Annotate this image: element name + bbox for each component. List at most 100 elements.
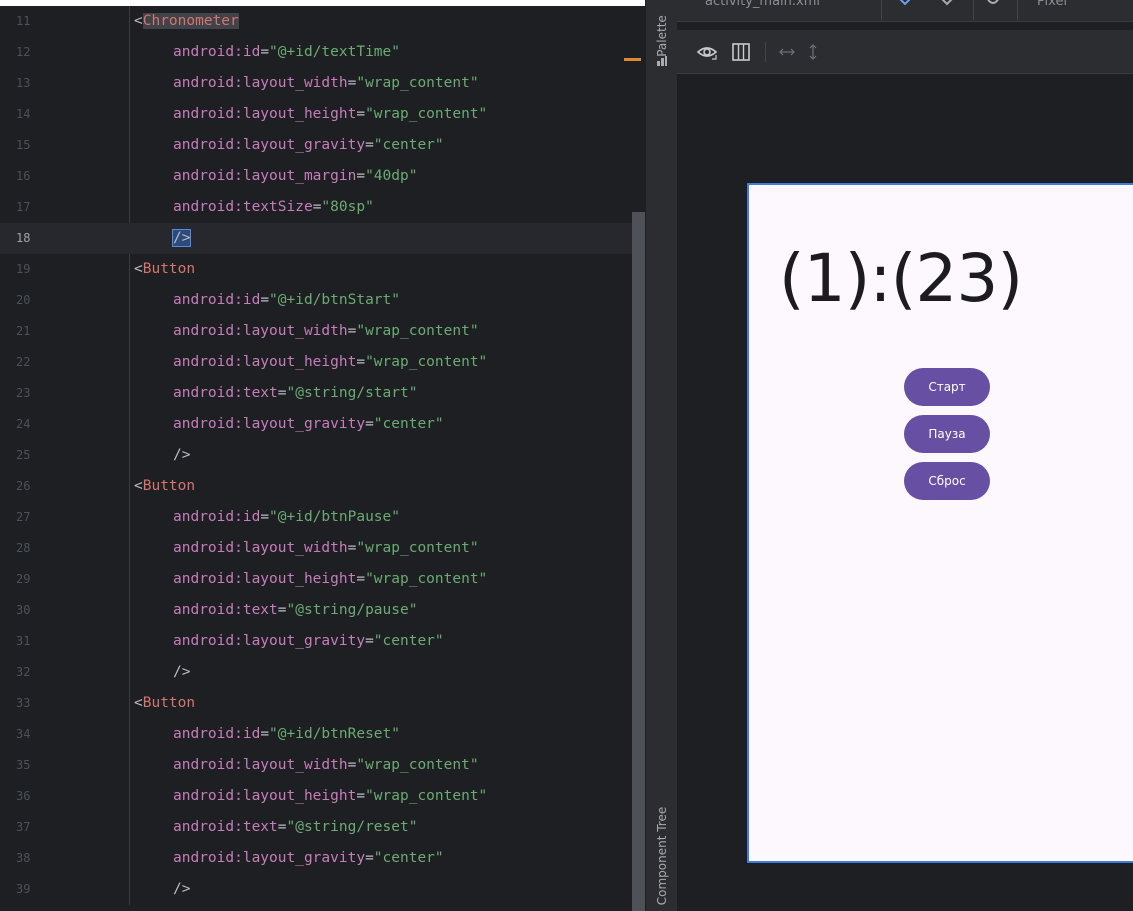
code-text: android:id="@+id/btnReset" (173, 719, 400, 750)
code-line[interactable]: 34 android:id="@+id/btnReset" (0, 719, 632, 750)
code-text: /> (173, 657, 190, 688)
orientation-icon[interactable] (937, 0, 957, 12)
code-token: "wrap_content" (356, 757, 479, 773)
code-token: "@string/reset" (286, 819, 418, 835)
component-tree-tab-label: Component Tree (655, 806, 670, 905)
line-number: 15 (16, 138, 31, 152)
code-text: android:layout_width="wrap_content" (173, 533, 479, 564)
code-token: "@string/pause" (286, 602, 418, 618)
code-line[interactable]: 30 android:text="@string/pause" (0, 595, 632, 626)
code-token: Button (142, 261, 196, 277)
line-number: 25 (16, 448, 31, 462)
code-line[interactable]: 18 /> (0, 223, 632, 254)
code-token: android:layout_gravity (173, 850, 366, 866)
code-line[interactable]: 25 /> (0, 440, 632, 471)
code-text: android:text="@string/start" (173, 378, 417, 409)
code-token: android:id (173, 726, 261, 742)
code-line[interactable]: 26 <Button (0, 471, 632, 502)
line-number: 29 (16, 572, 31, 586)
code-editor[interactable]: 11 <Chronometer 12 android:id="@+id/textTim… (0, 6, 645, 911)
code-line[interactable]: 28 android:layout_width="wrap_content" (0, 533, 632, 564)
code-line[interactable]: 22 android:layout_height="wrap_content" (0, 347, 632, 378)
code-line[interactable]: 29 android:layout_height="wrap_content" (0, 564, 632, 595)
code-line[interactable]: 40 </LinearLayout> (0, 905, 632, 911)
code-token: "40dp" (365, 168, 418, 184)
reset-button-preview[interactable]: Сброс (904, 462, 990, 500)
code-token: "wrap_content" (356, 75, 479, 91)
design-mode-icon[interactable] (895, 0, 915, 12)
code-line[interactable]: 36 android:layout_height="wrap_content" (0, 781, 632, 812)
code-text: android:layout_height="wrap_content" (173, 99, 487, 130)
code-text: android:id="@+id/textTime" (173, 37, 400, 68)
start-button-preview[interactable]: Старт (904, 368, 990, 406)
code-text: android:layout_gravity="center" (173, 130, 444, 161)
line-number: 33 (16, 696, 31, 710)
code-text: android:layout_width="wrap_content" (173, 750, 479, 781)
code-line[interactable]: 23 android:text="@string/start" (0, 378, 632, 409)
line-number: 31 (16, 634, 31, 648)
chronometer-preview[interactable]: (1):(23) (749, 240, 1133, 317)
code-token: android:id (173, 509, 261, 525)
code-text: android:layout_gravity="center" (173, 843, 444, 874)
toolbar-separator (1017, 0, 1018, 20)
design-top-bar: activity_main.xml Pixel (677, 0, 1133, 22)
code-token: "wrap_content" (356, 323, 479, 339)
editor-scrollbar-thumb[interactable] (632, 212, 645, 911)
code-line[interactable]: 20 android:id="@+id/btnStart" (0, 285, 632, 316)
horizontal-resize-button[interactable] (775, 40, 799, 64)
pause-button-preview[interactable]: Пауза (904, 415, 990, 453)
code-token: = (365, 633, 374, 649)
code-text: android:text="@string/reset" (173, 812, 417, 843)
code-token: = (277, 385, 287, 401)
line-number: 35 (16, 758, 31, 772)
view-options-button[interactable] (695, 40, 719, 64)
columns-icon (732, 43, 750, 61)
code-line[interactable]: 15 android:layout_gravity="center" (0, 130, 632, 161)
line-number: 19 (16, 262, 31, 276)
code-line[interactable]: 21 android:layout_width="wrap_content" (0, 316, 632, 347)
code-line[interactable]: 13 android:layout_width="wrap_content" (0, 68, 632, 99)
code-line[interactable]: 16 android:layout_margin="40dp" (0, 161, 632, 192)
code-line[interactable]: 17 android:textSize="80sp" (0, 192, 632, 223)
code-line[interactable]: 39 /> (0, 874, 632, 905)
code-token: android:layout_height (173, 788, 357, 804)
line-number: 27 (16, 510, 31, 524)
code-line[interactable]: 12 android:id="@+id/textTime" (0, 37, 632, 68)
night-mode-icon[interactable] (983, 0, 1003, 12)
layout-file-dropdown[interactable]: activity_main.xml (705, 0, 820, 9)
code-line[interactable]: 27 android:id="@+id/btnPause" (0, 502, 632, 533)
code-text: android:text="@string/pause" (173, 595, 417, 626)
vertical-resize-button[interactable] (801, 40, 825, 64)
code-line[interactable]: 14 android:layout_height="wrap_content" (0, 99, 632, 130)
code-token: "center" (373, 633, 444, 649)
code-token: "@+id/textTime" (269, 44, 400, 60)
line-number: 16 (16, 169, 31, 183)
code-text: </LinearLayout> (96, 905, 227, 911)
line-number: 38 (16, 851, 31, 865)
vertical-arrows-icon (809, 44, 817, 60)
code-token: android:layout_height (173, 354, 357, 370)
code-line[interactable]: 38 android:layout_gravity="center" (0, 843, 632, 874)
line-number: 39 (16, 882, 31, 896)
blueprint-toggle-button[interactable] (729, 40, 753, 64)
code-text: /> (171, 223, 192, 254)
code-token: android:layout_gravity (173, 137, 366, 153)
code-line[interactable]: 35 android:layout_width="wrap_content" (0, 750, 632, 781)
palette-icon (657, 56, 667, 66)
code-token: "@+id/btnStart" (269, 292, 400, 308)
device-dropdown[interactable]: Pixel (1037, 0, 1067, 9)
code-text: android:layout_gravity="center" (173, 409, 444, 440)
code-text: <Button (134, 254, 195, 285)
component-tree-tab[interactable]: Component Tree (646, 800, 678, 911)
code-line[interactable]: 37 android:text="@string/reset" (0, 812, 632, 843)
code-line[interactable]: 24 android:layout_gravity="center" (0, 409, 632, 440)
code-line[interactable]: 33 <Button (0, 688, 632, 719)
code-line[interactable]: 11 <Chronometer (0, 6, 632, 37)
code-text: android:layout_height="wrap_content" (173, 347, 487, 378)
code-line[interactable]: 31 android:layout_gravity="center" (0, 626, 632, 657)
code-token: "wrap_content" (365, 788, 488, 804)
code-line[interactable]: 32 /> (0, 657, 632, 688)
line-number: 11 (16, 14, 31, 28)
code-line[interactable]: 19 <Button (0, 254, 632, 285)
device-preview-screen[interactable]: (1):(23) Старт Пауза Сброс (747, 183, 1133, 863)
